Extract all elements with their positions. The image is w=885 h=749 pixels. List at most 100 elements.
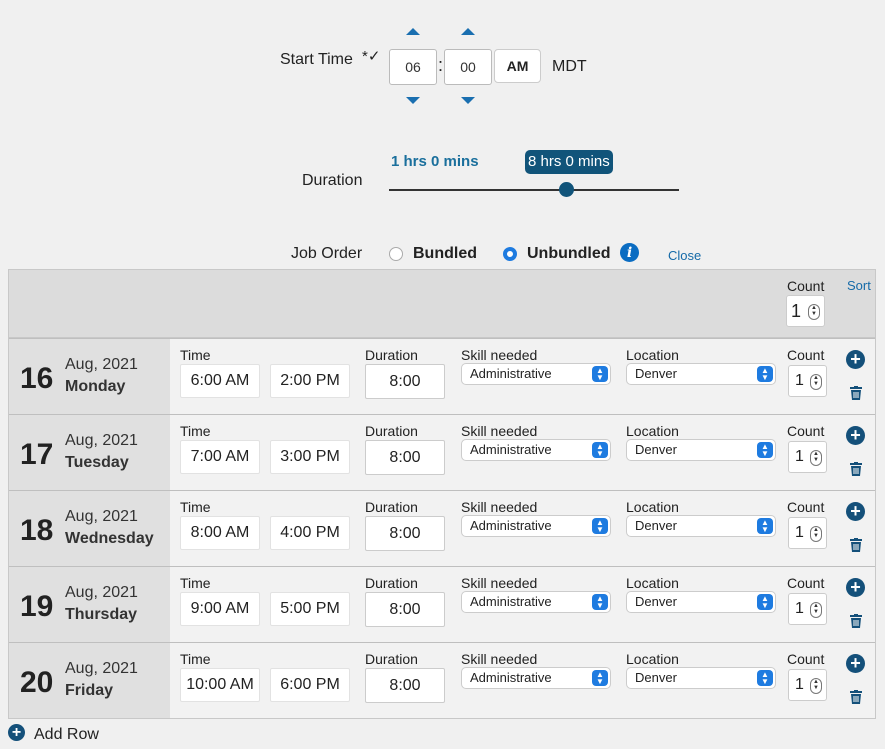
location-select[interactable]: Denver ▲ ▼: [626, 515, 776, 537]
trash-icon[interactable]: [850, 462, 862, 476]
count-spinner-icon[interactable]: ▲ ▼: [810, 450, 822, 466]
duration-input[interactable]: 8:00: [365, 668, 445, 703]
location-select[interactable]: Denver ▲ ▼: [626, 439, 776, 461]
minute-down-arrow-icon[interactable]: [461, 97, 475, 104]
add-shift-plus-icon[interactable]: +: [846, 654, 865, 673]
add-row-button[interactable]: Add Row: [34, 726, 99, 744]
count-input[interactable]: 1 ▲ ▼: [788, 441, 827, 473]
skill-select[interactable]: Administrative ▲ ▼: [461, 439, 611, 461]
skill-label: Skill needed: [461, 423, 538, 439]
trash-icon[interactable]: [850, 690, 862, 704]
count-spinner-icon[interactable]: ▲ ▼: [810, 374, 822, 390]
skill-value: Administrative: [470, 670, 552, 685]
duration-label: Duration: [302, 172, 363, 189]
skill-label: Skill needed: [461, 499, 538, 515]
select-chevron-icon: ▲ ▼: [592, 442, 608, 458]
close-link[interactable]: Close: [668, 248, 701, 263]
location-select[interactable]: Denver ▲ ▼: [626, 591, 776, 613]
location-select[interactable]: Denver ▲ ▼: [626, 363, 776, 385]
duration-input[interactable]: 8:00: [365, 364, 445, 399]
start-time-input[interactable]: 10:00 AM: [180, 668, 260, 702]
hour-input[interactable]: 06: [389, 49, 437, 85]
count-spinner-icon[interactable]: ▲ ▼: [808, 304, 820, 320]
count-input[interactable]: 1 ▲ ▼: [788, 593, 827, 625]
duration-input[interactable]: 8:00: [365, 440, 445, 475]
bundled-radio[interactable]: [389, 247, 403, 261]
header-count-label: Count: [787, 278, 825, 294]
header-count-input[interactable]: 1 ▲ ▼: [786, 295, 825, 327]
count-label: Count: [787, 499, 825, 515]
add-shift-plus-icon[interactable]: +: [846, 578, 865, 597]
minute-up-arrow-icon[interactable]: [461, 28, 475, 35]
add-row-plus-icon[interactable]: +: [8, 724, 25, 741]
skill-label: Skill needed: [461, 575, 538, 591]
select-chevron-icon: ▲ ▼: [592, 670, 608, 686]
add-shift-plus-icon[interactable]: +: [846, 350, 865, 369]
skill-select[interactable]: Administrative ▲ ▼: [461, 515, 611, 537]
count-spinner-icon[interactable]: ▲ ▼: [810, 602, 822, 618]
count-input[interactable]: 1 ▲ ▼: [788, 517, 827, 549]
select-chevron-icon: ▲ ▼: [757, 594, 773, 610]
skill-value: Administrative: [470, 366, 552, 381]
duration-input[interactable]: 8:00: [365, 516, 445, 551]
count-spinner-icon[interactable]: ▲ ▼: [810, 526, 822, 542]
date-cell: 17 Aug, 2021 Tuesday: [9, 415, 170, 490]
count-spinner-icon[interactable]: ▲ ▼: [810, 678, 822, 694]
start-time-input[interactable]: 9:00 AM: [180, 592, 260, 626]
start-time-input[interactable]: 8:00 AM: [180, 516, 260, 550]
trash-icon[interactable]: [850, 538, 862, 552]
duration-slider-track[interactable]: [389, 189, 679, 191]
hour-down-arrow-icon[interactable]: [406, 97, 420, 104]
row-fields: Time 6:00 AM 2:00 PM Duration 8:00 Skill…: [170, 339, 875, 414]
month-year: Aug, 2021: [65, 584, 138, 601]
minute-input[interactable]: 00: [444, 49, 492, 85]
info-icon[interactable]: i: [620, 243, 639, 262]
skill-select[interactable]: Administrative ▲ ▼: [461, 591, 611, 613]
hour-up-arrow-icon[interactable]: [406, 28, 420, 35]
weekday: Wednesday: [65, 530, 154, 547]
duration-field-label: Duration: [365, 575, 418, 591]
trash-icon[interactable]: [850, 614, 862, 628]
skill-select[interactable]: Administrative ▲ ▼: [461, 667, 611, 689]
date-cell: 18 Aug, 2021 Wednesday: [9, 491, 170, 566]
end-time-input[interactable]: 3:00 PM: [270, 440, 350, 474]
time-label: Time: [180, 575, 211, 591]
add-shift-plus-icon[interactable]: +: [846, 426, 865, 445]
duration-slider-thumb[interactable]: [558, 182, 574, 197]
location-select[interactable]: Denver ▲ ▼: [626, 667, 776, 689]
timezone-label: MDT: [552, 58, 587, 75]
select-chevron-icon: ▲ ▼: [592, 594, 608, 610]
duration-input[interactable]: 8:00: [365, 592, 445, 627]
select-chevron-icon: ▲ ▼: [757, 442, 773, 458]
select-chevron-icon: ▲ ▼: [592, 366, 608, 382]
end-time-input[interactable]: 2:00 PM: [270, 364, 350, 398]
duration-field-label: Duration: [365, 347, 418, 363]
start-time-input[interactable]: 7:00 AM: [180, 440, 260, 474]
row-fields: Time 7:00 AM 3:00 PM Duration 8:00 Skill…: [170, 415, 875, 490]
start-time-input[interactable]: 6:00 AM: [180, 364, 260, 398]
add-shift-plus-icon[interactable]: +: [846, 502, 865, 521]
end-time-input[interactable]: 6:00 PM: [270, 668, 350, 702]
count-input[interactable]: 1 ▲ ▼: [788, 365, 827, 397]
ampm-toggle-button[interactable]: AM: [494, 49, 541, 83]
count-input[interactable]: 1 ▲ ▼: [788, 669, 827, 701]
sort-link[interactable]: Sort: [847, 278, 871, 293]
day-number: 16: [20, 362, 54, 395]
table-row: 16 Aug, 2021 Monday Time 6:00 AM 2:00 PM…: [9, 338, 875, 414]
unbundled-label[interactable]: Unbundled: [527, 245, 611, 263]
time-label: Time: [180, 499, 211, 515]
count-label: Count: [787, 423, 825, 439]
time-label: Time: [180, 651, 211, 667]
unbundled-radio[interactable]: [503, 247, 517, 261]
bundled-label[interactable]: Bundled: [413, 245, 477, 263]
date-cell: 19 Aug, 2021 Thursday: [9, 567, 170, 642]
count-value: 1: [795, 372, 804, 389]
day-number: 20: [20, 666, 54, 699]
duration-field-label: Duration: [365, 651, 418, 667]
skill-select[interactable]: Administrative ▲ ▼: [461, 363, 611, 385]
end-time-input[interactable]: 4:00 PM: [270, 516, 350, 550]
end-time-input[interactable]: 5:00 PM: [270, 592, 350, 626]
row-fields: Time 8:00 AM 4:00 PM Duration 8:00 Skill…: [170, 491, 875, 566]
trash-icon[interactable]: [850, 386, 862, 400]
count-value: 1: [795, 448, 804, 465]
